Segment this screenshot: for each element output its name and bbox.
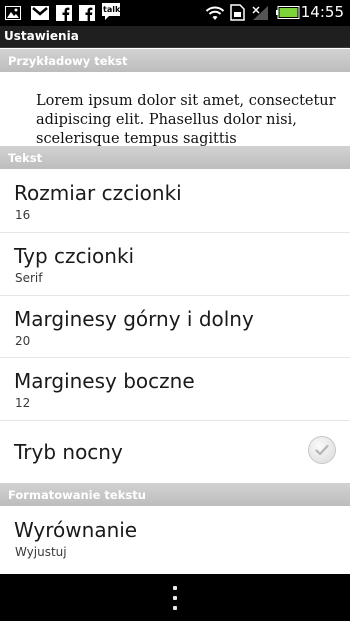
bottom-bar bbox=[0, 574, 350, 621]
setting-value: 12 bbox=[15, 396, 31, 410]
setting-night-mode[interactable]: Tryb nocny bbox=[0, 421, 350, 483]
facebook-icon bbox=[79, 4, 95, 21]
setting-title: Typ czcionki bbox=[14, 244, 135, 268]
signal-icon bbox=[251, 4, 269, 21]
section-header-label: Formatowanie tekstu bbox=[8, 488, 146, 502]
night-mode-checkbox[interactable] bbox=[308, 436, 336, 464]
gmail-icon bbox=[31, 4, 49, 21]
status-bar: talk 14:55 bbox=[0, 0, 350, 26]
setting-font-size[interactable]: Rozmiar czcionki 16 bbox=[0, 169, 350, 233]
talk-icon: talk bbox=[101, 2, 121, 22]
wifi-icon bbox=[205, 4, 225, 21]
facebook-icon bbox=[56, 4, 72, 21]
setting-font-type[interactable]: Typ czcionki Serif bbox=[0, 233, 350, 296]
setting-margins-vertical[interactable]: Marginesy górny i dolny 20 bbox=[0, 296, 350, 358]
image-icon bbox=[5, 4, 21, 21]
setting-margins-side[interactable]: Marginesy boczne 12 bbox=[0, 358, 350, 421]
page-title: Ustawienia bbox=[4, 29, 79, 43]
section-header-preview: Przykładowy tekst bbox=[0, 49, 350, 72]
section-header-label: Przykładowy tekst bbox=[8, 54, 128, 68]
setting-title: Marginesy górny i dolny bbox=[14, 307, 254, 331]
section-header-text: Tekst bbox=[0, 146, 350, 169]
setting-alignment[interactable]: Wyrównanie Wyjustuj bbox=[0, 506, 350, 574]
sim-icon bbox=[230, 4, 246, 21]
section-header-formatting: Formatowanie tekstu bbox=[0, 483, 350, 506]
section-header-label: Tekst bbox=[8, 151, 43, 165]
setting-title: Wyrównanie bbox=[14, 518, 138, 542]
setting-value: Serif bbox=[15, 271, 43, 285]
battery-icon bbox=[276, 4, 300, 21]
setting-value: 20 bbox=[15, 334, 31, 348]
overflow-menu-icon[interactable] bbox=[172, 586, 178, 610]
text-preview: Lorem ipsum dolor sit amet, consectetur … bbox=[0, 72, 350, 146]
setting-title: Rozmiar czcionki bbox=[14, 181, 182, 205]
setting-value: Wyjustuj bbox=[15, 545, 67, 559]
setting-title: Tryb nocny bbox=[14, 440, 123, 464]
preview-sample-text: Lorem ipsum dolor sit amet, consectetur … bbox=[36, 93, 336, 146]
setting-value: 16 bbox=[15, 208, 31, 222]
clock: 14:55 bbox=[300, 3, 344, 21]
setting-title: Marginesy boczne bbox=[14, 369, 195, 393]
app-title-bar: Ustawienia bbox=[0, 26, 350, 48]
